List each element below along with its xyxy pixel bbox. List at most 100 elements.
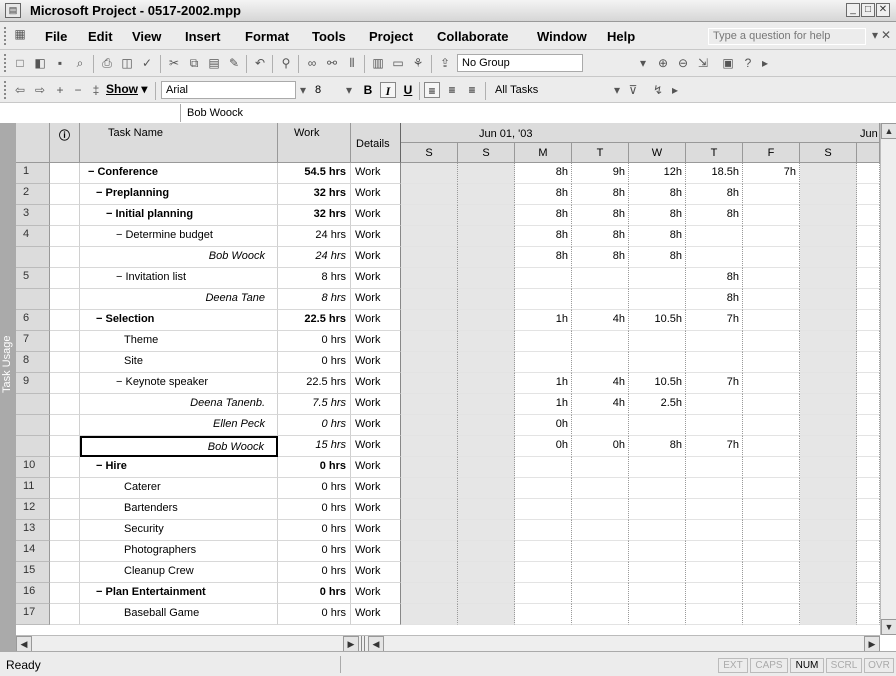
timephased-cell[interactable] [458, 226, 515, 247]
dropdown-arrow-icon[interactable]: ▾ [637, 55, 649, 71]
row-header[interactable]: 12 [16, 499, 50, 520]
show-subtasks-icon[interactable]: + [52, 82, 68, 98]
details-cell[interactable]: Work [351, 289, 401, 310]
toolbar-grip[interactable] [4, 54, 8, 72]
timephased-cell[interactable] [629, 478, 686, 499]
indicator-cell[interactable] [50, 184, 80, 205]
row-header[interactable]: 17 [16, 604, 50, 625]
insert-hyperlink-icon[interactable]: ⚲ [278, 55, 294, 71]
timephased-cell[interactable] [686, 226, 743, 247]
timephased-cell[interactable] [572, 457, 629, 478]
task-name-cell[interactable]: Baseball Game [80, 604, 278, 625]
align-left-icon[interactable]: ≡ [424, 82, 440, 98]
timephased-cell[interactable]: 8h [629, 205, 686, 226]
size-dropdown-icon[interactable]: ▾ [344, 82, 354, 98]
gantt-wizard-icon[interactable]: ↯ [650, 82, 666, 98]
details-cell[interactable]: Work [351, 436, 401, 457]
row-header[interactable]: 4 [16, 226, 50, 247]
timephased-cell[interactable]: 8h [572, 226, 629, 247]
details-cell[interactable]: Work [351, 184, 401, 205]
align-right-icon[interactable]: ≡ [464, 82, 480, 98]
timephased-cell[interactable] [458, 373, 515, 394]
timephased-cell[interactable] [458, 289, 515, 310]
indicator-cell[interactable] [50, 478, 80, 499]
timephased-cell[interactable] [743, 520, 800, 541]
help-icon[interactable]: ? [740, 55, 756, 71]
timephased-cell[interactable]: 7h [686, 436, 743, 457]
timephased-cell[interactable] [800, 394, 857, 415]
timephased-cell[interactable]: 1h [515, 373, 572, 394]
timephased-cell[interactable] [629, 268, 686, 289]
work-cell[interactable]: 0 hrs [278, 604, 351, 625]
restore-icon[interactable]: ✕ [880, 27, 892, 43]
details-cell[interactable]: Work [351, 310, 401, 331]
timephased-cell[interactable] [515, 562, 572, 583]
indicator-cell[interactable] [50, 310, 80, 331]
timephased-cell[interactable] [857, 310, 880, 331]
menu-project[interactable]: Project [369, 29, 413, 44]
timephased-cell[interactable]: 10.5h [629, 310, 686, 331]
timephased-cell[interactable] [458, 310, 515, 331]
timephased-cell[interactable] [857, 205, 880, 226]
timephased-cell[interactable] [800, 415, 857, 436]
task-information-icon[interactable]: ▥ [370, 55, 386, 71]
timephased-cell[interactable] [401, 562, 458, 583]
timephased-cell[interactable] [629, 499, 686, 520]
timephased-cell[interactable] [458, 583, 515, 604]
row-header[interactable]: 2 [16, 184, 50, 205]
details-cell[interactable]: Work [351, 541, 401, 562]
timephased-cell[interactable]: 8h [629, 226, 686, 247]
menu-format[interactable]: Format [245, 29, 289, 44]
work-cell[interactable]: 7.5 hrs [278, 394, 351, 415]
timephased-cell[interactable] [401, 247, 458, 268]
timephased-cell[interactable]: 12h [629, 163, 686, 184]
timephased-cell[interactable] [857, 457, 880, 478]
details-cell[interactable]: Work [351, 373, 401, 394]
menu-insert[interactable]: Insert [185, 29, 220, 44]
timephased-cell[interactable] [800, 184, 857, 205]
indicator-cell[interactable] [50, 394, 80, 415]
timephased-cell[interactable] [800, 478, 857, 499]
work-cell[interactable]: 32 hrs [278, 205, 351, 226]
timephased-cell[interactable] [401, 520, 458, 541]
indicator-cell[interactable] [50, 604, 80, 625]
work-cell[interactable]: 0 hrs [278, 562, 351, 583]
task-name-cell[interactable]: − Conference [80, 163, 278, 184]
menu-tools[interactable]: Tools [312, 29, 346, 44]
work-cell[interactable]: 24 hrs [278, 247, 351, 268]
timephased-cell[interactable]: 8h [572, 205, 629, 226]
timephased-cell[interactable] [401, 394, 458, 415]
timephased-cell[interactable] [743, 352, 800, 373]
row-header[interactable]: 8 [16, 352, 50, 373]
timephased-cell[interactable] [401, 268, 458, 289]
spelling-icon[interactable]: ✓ [139, 55, 155, 71]
timephased-cell[interactable] [572, 415, 629, 436]
entry-field[interactable]: Bob Woock [180, 104, 896, 122]
details-cell[interactable]: Work [351, 394, 401, 415]
timephased-cell[interactable] [686, 520, 743, 541]
timephased-cell[interactable] [743, 394, 800, 415]
timephased-cell[interactable] [629, 562, 686, 583]
timephased-cell[interactable]: 8h [572, 247, 629, 268]
timephased-cell[interactable] [857, 184, 880, 205]
timephased-cell[interactable] [743, 184, 800, 205]
timephased-cell[interactable] [572, 352, 629, 373]
row-header[interactable]: 14 [16, 541, 50, 562]
timephased-cell[interactable] [572, 289, 629, 310]
task-name-cell[interactable]: − Plan Entertainment [80, 583, 278, 604]
timescale-scroll-left-icon[interactable]: ◀ [368, 636, 384, 652]
task-name-cell[interactable]: Security [80, 520, 278, 541]
timephased-cell[interactable] [458, 394, 515, 415]
timephased-cell[interactable] [458, 499, 515, 520]
split-task-icon[interactable]: ⫴ [344, 55, 360, 71]
work-cell[interactable]: 0 hrs [278, 352, 351, 373]
timephased-cell[interactable]: 7h [686, 310, 743, 331]
row-header[interactable] [16, 394, 50, 415]
indicator-cell[interactable] [50, 457, 80, 478]
timephased-cell[interactable] [800, 541, 857, 562]
timephased-cell[interactable] [857, 394, 880, 415]
toolbar-options-icon[interactable]: ▸ [670, 82, 680, 98]
timephased-cell[interactable] [857, 562, 880, 583]
copy-icon[interactable]: ⧉ [186, 55, 202, 71]
timephased-cell[interactable] [800, 583, 857, 604]
